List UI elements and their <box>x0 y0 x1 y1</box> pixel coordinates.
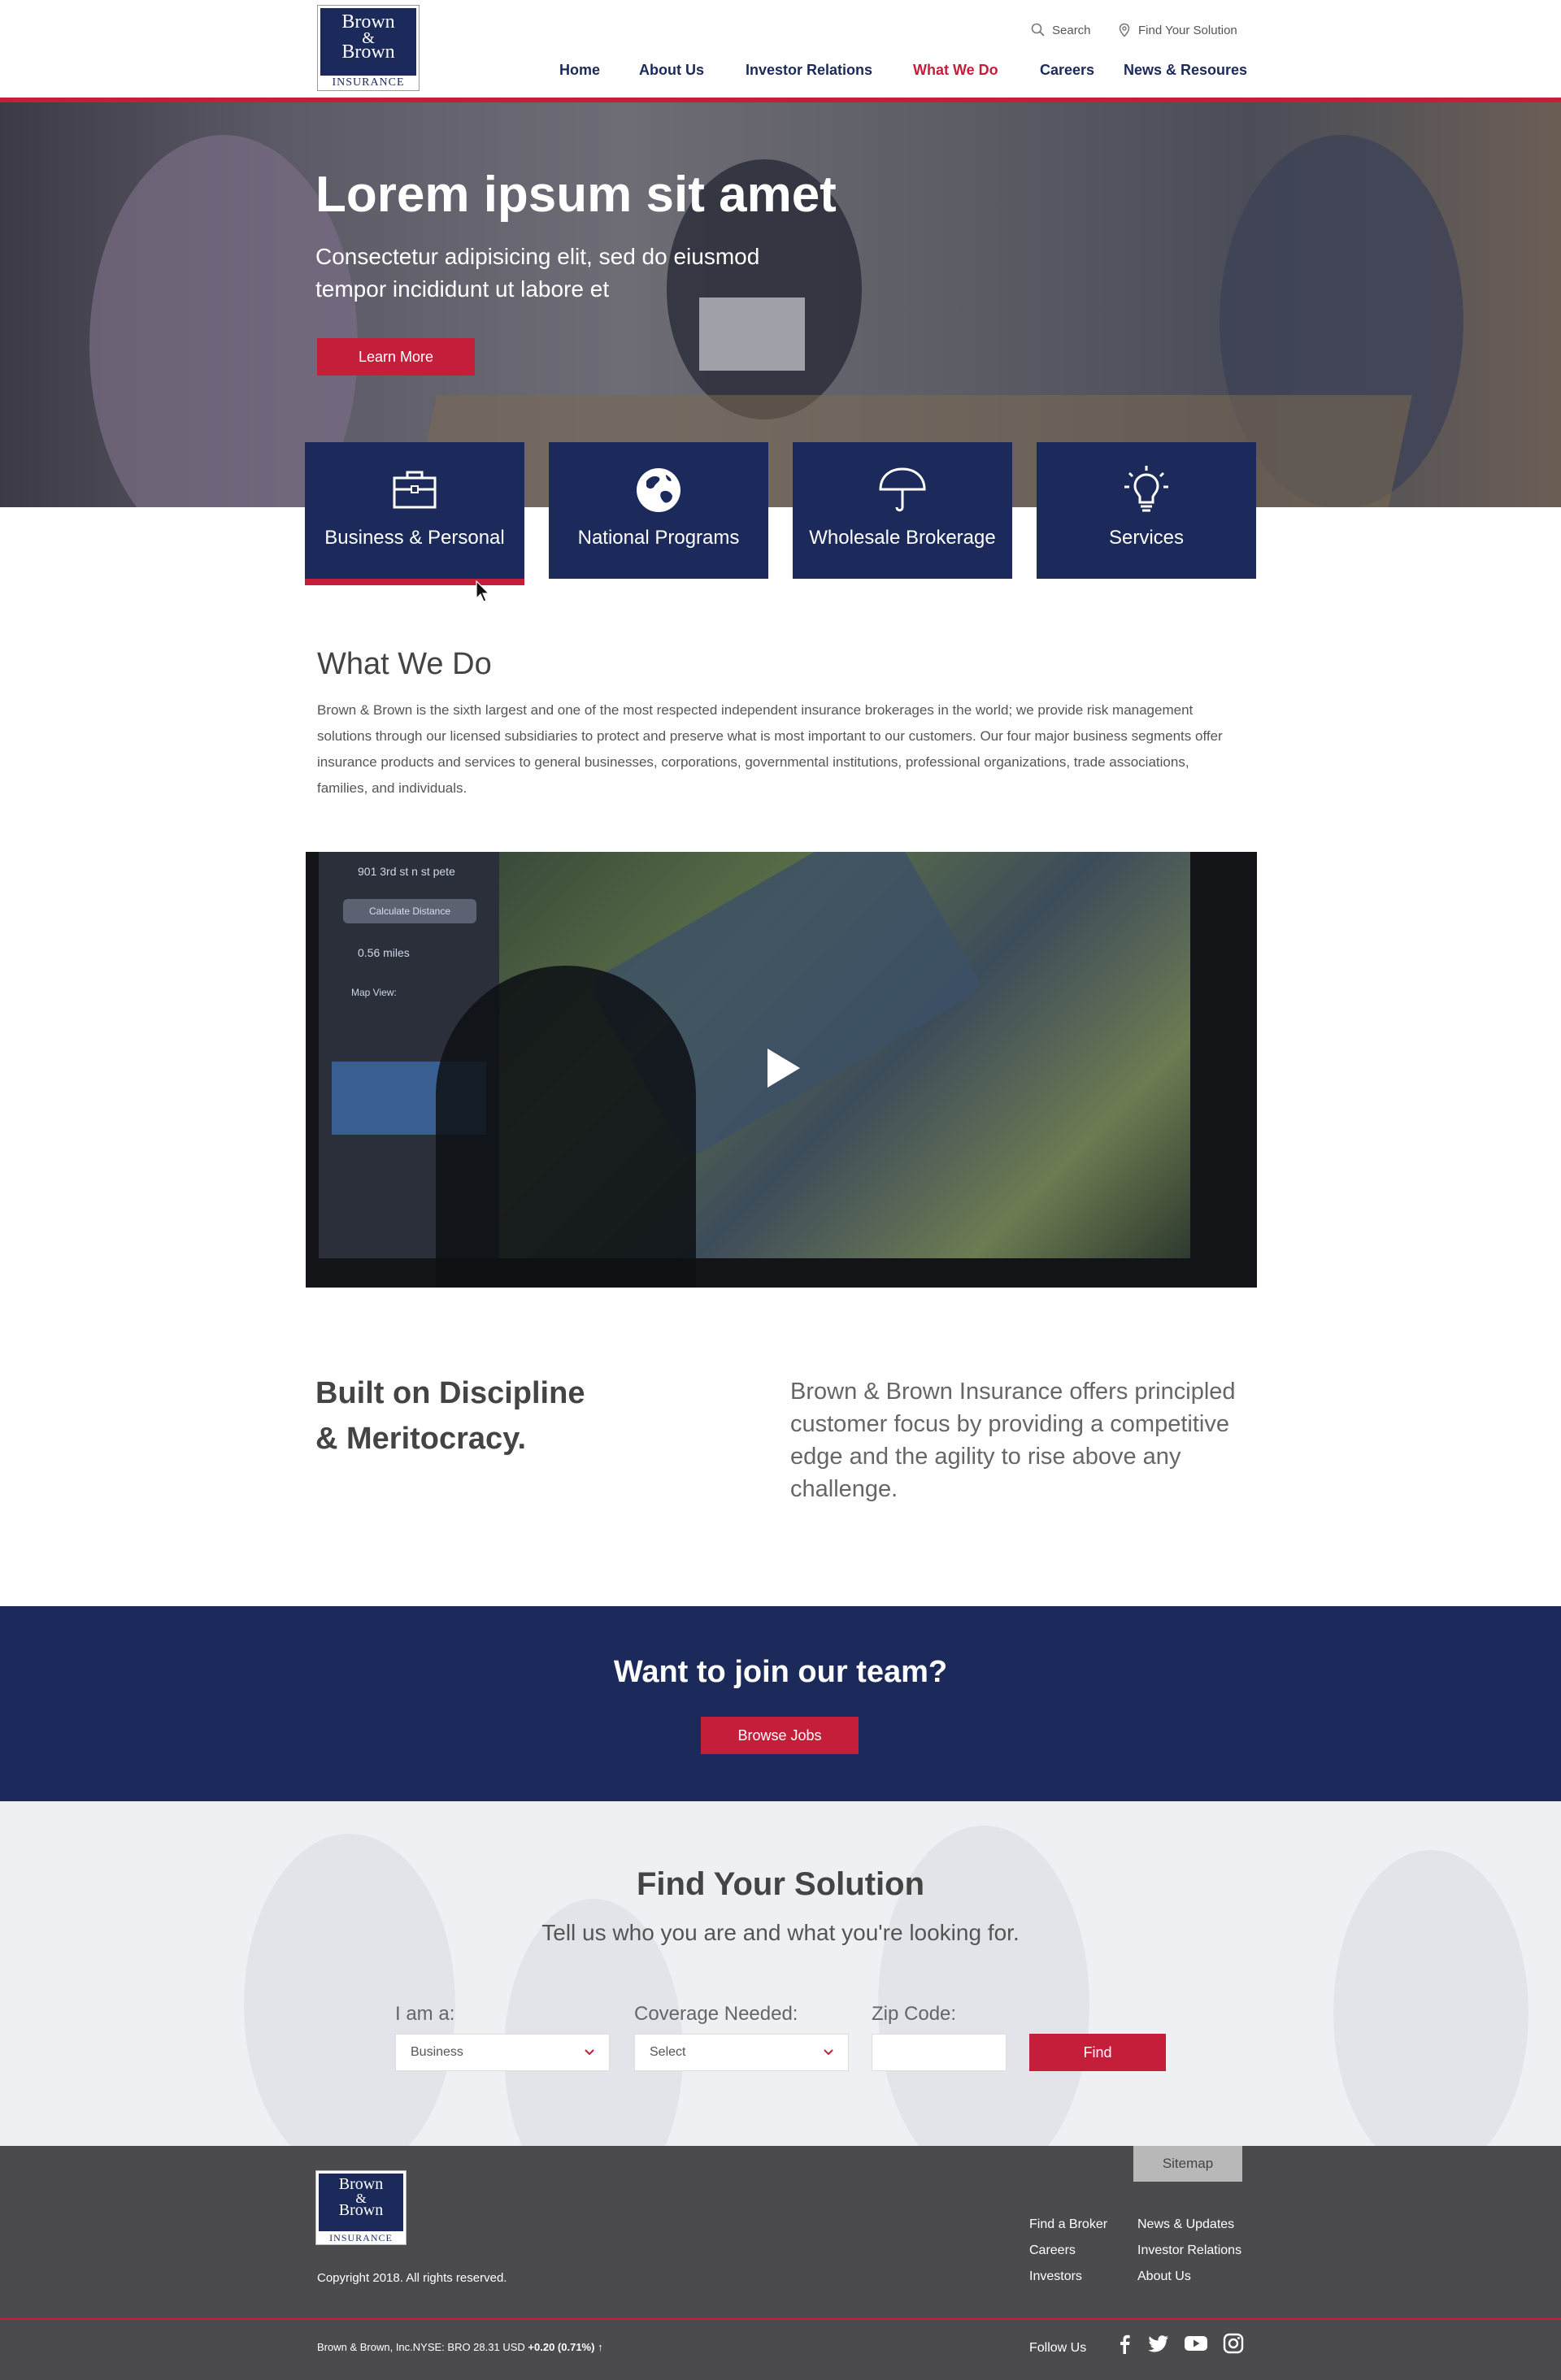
footer-link-find-broker[interactable]: Find a Broker <box>1029 2217 1107 2232</box>
nav-news-resources[interactable]: News & Resoures <box>1124 62 1247 79</box>
coverage-select-value: Select <box>650 2045 686 2059</box>
chevron-down-icon <box>824 2049 833 2056</box>
footer-link-careers[interactable]: Careers <box>1029 2243 1076 2258</box>
footer-link-news-updates[interactable]: News & Updates <box>1137 2217 1234 2232</box>
discipline-body: Brown & Brown Insurance offers principle… <box>790 1379 1236 1502</box>
lightbulb-icon <box>1124 466 1168 512</box>
site-footer <box>0 2146 1561 2380</box>
footer-logo-line3: Brown <box>338 2201 384 2219</box>
nav-about-us[interactable]: About Us <box>639 62 704 79</box>
footer-link-investor-relations[interactable]: Investor Relations <box>1137 2243 1241 2258</box>
discipline-title-line1: Built on Discipline <box>315 1376 585 1410</box>
discipline-title-line2: & Meritocracy. <box>315 1422 527 1456</box>
tile-label: National Programs <box>577 527 740 549</box>
play-icon[interactable] <box>767 1049 800 1088</box>
iam-label: I am a: <box>395 2003 455 2025</box>
globe-icon <box>637 468 680 512</box>
tile-business-personal[interactable]: Business & Personal <box>305 442 524 585</box>
iam-select[interactable]: Business <box>395 2034 610 2071</box>
search-icon <box>1031 23 1045 37</box>
tile-national-programs[interactable]: National Programs <box>549 442 768 579</box>
video-screen-calc: Calculate Distance <box>343 899 476 923</box>
find-button[interactable]: Find <box>1029 2034 1166 2071</box>
ticker-change: +0.20 (0.71%) <box>528 2341 595 2353</box>
briefcase-icon <box>393 471 437 509</box>
zip-label: Zip Code: <box>872 2003 957 2025</box>
what-we-do-body: Brown & Brown is the sixth largest and o… <box>317 702 1223 796</box>
twitter-icon[interactable] <box>1148 2333 1169 2354</box>
iam-select-value: Business <box>411 2045 463 2059</box>
hero-banner <box>0 102 1561 507</box>
tile-services[interactable]: Services <box>1037 442 1256 579</box>
join-title: Want to join our team? <box>613 1655 948 1689</box>
nav-home[interactable]: Home <box>559 62 600 79</box>
footer-link-investors[interactable]: Investors <box>1029 2269 1082 2284</box>
mouse-cursor-icon <box>476 580 490 602</box>
find-subtitle: Tell us who you are and what you're look… <box>541 1920 1020 1945</box>
map-pin-icon <box>1119 23 1130 37</box>
what-we-do-title: What We Do <box>317 647 492 681</box>
join-team-section: Want to join our team? <box>0 1606 1561 1801</box>
tile-label: Services <box>1108 527 1185 549</box>
site-header: Brown & Brown INSURANCE Search Find Your… <box>0 0 1561 102</box>
tile-selected-indicator <box>305 579 524 585</box>
find-title: Find Your Solution <box>636 1866 925 1902</box>
umbrella-icon <box>879 467 926 512</box>
hero-photo-laptop <box>699 298 805 371</box>
tile-wholesale-brokerage[interactable]: Wholesale Brokerage <box>793 442 1012 579</box>
instagram-icon[interactable] <box>1223 2333 1244 2354</box>
sitemap-button[interactable]: Sitemap <box>1133 2146 1242 2182</box>
hero-subtitle: Consectetur adipisicing elit, sed do eiu… <box>315 244 760 302</box>
logo-line1: Brown <box>341 11 395 33</box>
video-screen-address: 901 3rd st n st pete <box>358 865 455 878</box>
nav-investor-relations[interactable]: Investor Relations <box>746 62 872 79</box>
video-screen-mapview: Map View: <box>351 987 397 998</box>
youtube-icon[interactable] <box>1184 2333 1208 2354</box>
discipline-title: Built on Discipline & Meritocracy. <box>315 1370 722 1461</box>
zip-code-input[interactable] <box>872 2034 1007 2071</box>
video-presenter-silhouette <box>436 966 696 1288</box>
footer-logo[interactable]: Brown & Brown INSURANCE <box>315 2170 407 2245</box>
coverage-label: Coverage Needed: <box>634 2003 798 2025</box>
find-solution-link[interactable]: Find Your Solution <box>1117 23 1237 37</box>
copyright-text: Copyright 2018. All rights reserved. <box>317 2271 507 2285</box>
browse-jobs-button[interactable]: Browse Jobs <box>701 1717 859 1754</box>
chevron-down-icon <box>585 2049 594 2056</box>
logo-line3: Brown <box>341 41 395 63</box>
ticker-prefix: Brown & Brown, Inc.NYSE: BRO 28.31 USD <box>317 2341 525 2353</box>
logo-line4: INSURANCE <box>318 76 419 90</box>
coverage-select[interactable]: Select <box>634 2034 849 2071</box>
search-link[interactable]: Search <box>1031 23 1091 37</box>
arrow-up-icon: ↑ <box>598 2341 603 2353</box>
tile-label: Wholesale Brokerage <box>809 527 996 549</box>
stock-ticker: Brown & Brown, Inc.NYSE: BRO 28.31 USD +… <box>317 2341 603 2353</box>
brand-logo[interactable]: Brown & Brown INSURANCE <box>317 5 420 91</box>
hero-title: Lorem ipsum sit amet <box>315 167 837 223</box>
footer-link-about-us[interactable]: About Us <box>1137 2269 1191 2284</box>
follow-us-label: Follow Us <box>1029 2341 1087 2355</box>
nav-careers[interactable]: Careers <box>1040 62 1094 79</box>
find-solution-section: Find Your Solution Tell us who you are a… <box>0 1801 1561 2146</box>
facebook-icon[interactable] <box>1114 2333 1135 2354</box>
search-label: Search <box>1052 23 1091 37</box>
tile-label: Business & Personal <box>324 527 505 549</box>
footer-divider <box>0 2318 1561 2320</box>
nav-what-we-do[interactable]: What We Do <box>913 62 998 79</box>
learn-more-button[interactable]: Learn More <box>317 338 475 376</box>
footer-logo-line4: INSURANCE <box>316 2231 406 2244</box>
video-screen-distance: 0.56 miles <box>358 946 410 959</box>
find-solution-label: Find Your Solution <box>1138 23 1237 37</box>
video-player[interactable]: 901 3rd st n st pete Calculate Distance … <box>306 852 1257 1288</box>
